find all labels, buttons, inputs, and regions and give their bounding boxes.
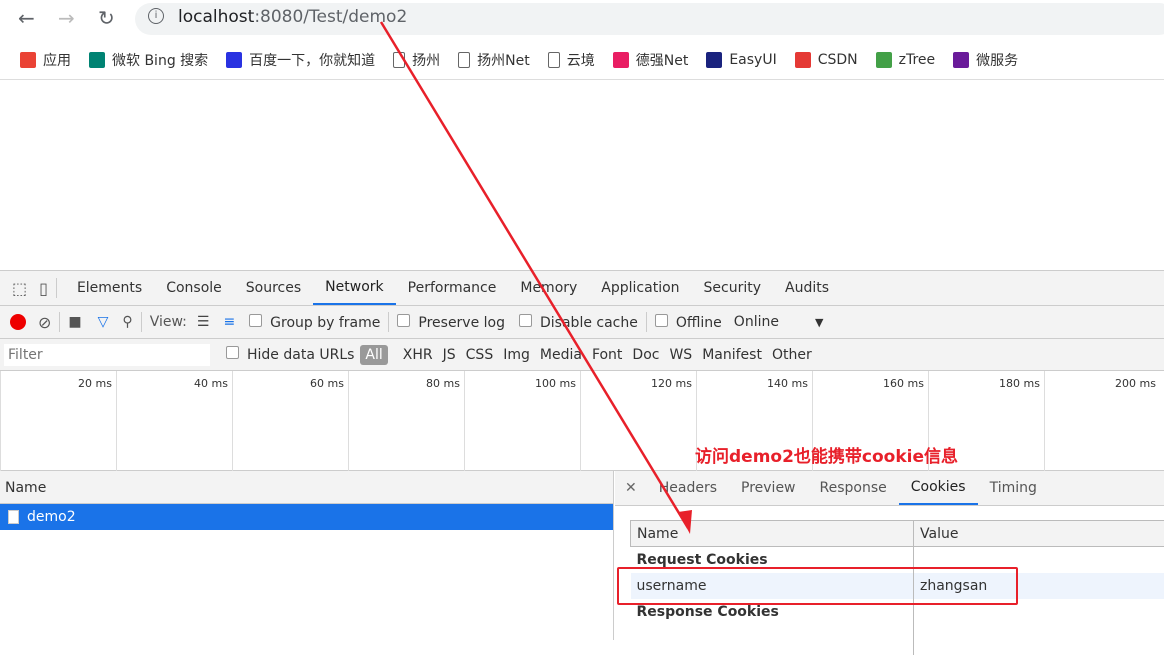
- arrow-line: [381, 22, 688, 528]
- arrow-head: [678, 510, 692, 534]
- annotation-arrow: [0, 0, 1164, 639]
